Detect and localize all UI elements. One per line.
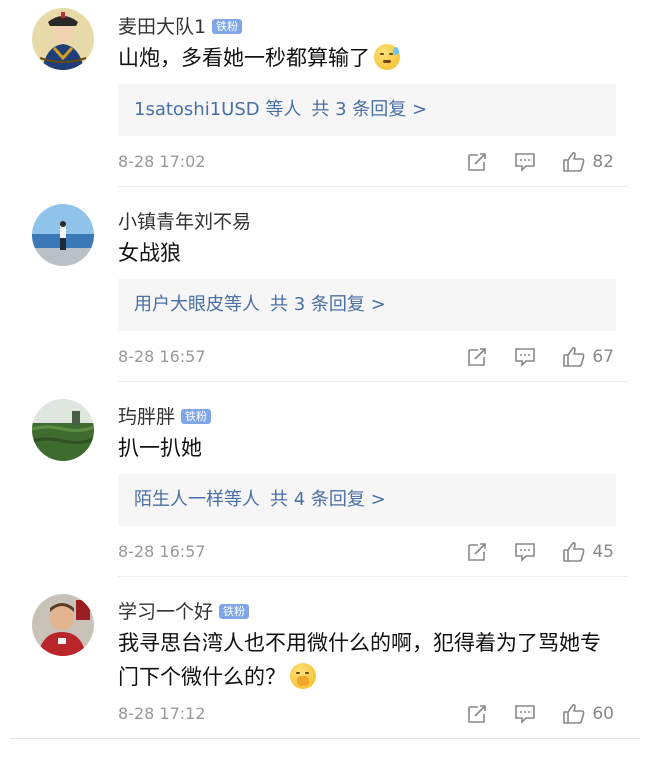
comment-icon[interactable] [514,347,536,367]
fan-badge: 铁粉 [212,19,243,34]
reply-users[interactable]: 1satoshi1USD 等人 [134,99,301,120]
avatar[interactable] [32,8,94,70]
comment-meta: 8-28 17:12 60 [118,700,614,728]
like-button[interactable]: 82 [562,151,614,173]
thumbs-up-icon [563,151,585,172]
like-count: 45 [592,542,614,562]
replies-box[interactable]: 陌生人一样等人共 4 条回复 > [118,474,616,526]
comment-text: 山炮，多看她一秒都算输了 [118,41,618,75]
reply-users[interactable]: 用户大眼皮等人 [134,294,260,315]
timestamp: 8-28 16:57 [118,542,206,561]
timestamp: 8-28 16:57 [118,347,206,366]
comment-meta: 8-28 16:57 67 [118,343,614,371]
reply-users[interactable]: 陌生人一样等人 [134,489,260,510]
timestamp: 8-28 17:02 [118,152,206,171]
comment-icon[interactable] [514,704,536,724]
thumbs-up-icon [563,346,585,367]
divider [118,186,628,187]
replies-box[interactable]: 1satoshi1USD 等人共 3 条回复 > [118,84,616,136]
username-text[interactable]: 麦田大队1 [118,16,206,38]
like-button[interactable]: 60 [562,703,614,725]
shush-emoji-icon [290,663,316,689]
username[interactable]: 学习一个好 铁粉 [118,597,250,624]
divider [118,381,628,382]
replies-box[interactable]: 用户大眼皮等人共 3 条回复 > [118,279,616,331]
username-text[interactable]: 学习一个好 [118,601,213,623]
username[interactable]: 玙胖胖 铁粉 [118,402,212,429]
like-count: 67 [592,347,614,367]
repost-icon[interactable] [466,542,488,562]
reply-count-link[interactable]: 共 4 条回复 > [270,489,386,510]
comment-meta: 8-28 17:02 82 [118,148,614,176]
repost-icon[interactable] [466,347,488,367]
like-button[interactable]: 45 [562,541,614,563]
like-count: 82 [592,152,614,172]
avatar[interactable] [32,204,94,266]
reply-count-link[interactable]: 共 3 条回复 > [311,99,427,120]
comment-icon[interactable] [514,542,536,562]
like-button[interactable]: 67 [562,346,614,368]
avatar[interactable] [32,399,94,461]
comment-text: 女战狼 [118,241,181,265]
bottom-border [10,738,640,739]
repost-icon[interactable] [466,152,488,172]
repost-icon[interactable] [466,704,488,724]
comment-list: 麦田大队1 铁粉 山炮，多看她一秒都算输了 1satoshi1USD 等人共 3 … [0,0,650,771]
username-text[interactable]: 小镇青年刘不易 [118,211,251,233]
comment-text: 我寻思台湾人也不用微什么的啊，犯得着为了骂她专门下个微什么的？ [118,631,601,689]
thumbs-up-icon [563,541,585,562]
comment-text: 扒一扒她 [118,436,202,460]
username-text[interactable]: 玙胖胖 [118,406,175,428]
divider [118,576,628,577]
timestamp: 8-28 17:12 [118,704,206,723]
avatar[interactable] [32,594,94,656]
thumbs-up-icon [563,703,585,724]
like-count: 60 [592,704,614,724]
comment-meta: 8-28 16:57 45 [118,538,614,566]
reply-count-link[interactable]: 共 3 条回复 > [270,294,386,315]
username[interactable]: 小镇青年刘不易 [118,207,251,234]
comment-icon[interactable] [514,152,536,172]
fan-badge: 铁粉 [219,604,250,619]
username[interactable]: 麦田大队1 铁粉 [118,12,243,39]
fan-badge: 铁粉 [181,409,212,424]
sweat-smile-emoji-icon [374,44,400,70]
